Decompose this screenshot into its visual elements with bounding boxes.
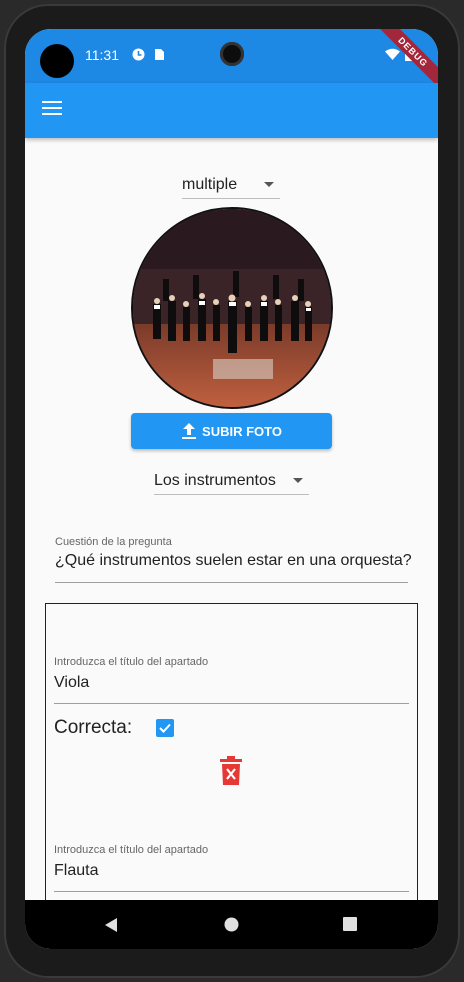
front-camera-cutout: [40, 44, 74, 78]
correct-label: Correcta:: [54, 717, 133, 738]
delete-icon[interactable]: [220, 756, 242, 786]
status-bar: 11:31 DEBUG: [25, 29, 438, 96]
chevron-down-icon: [264, 182, 274, 187]
option-title-label: Introduzca el título del apartado: [54, 656, 209, 668]
category-dropdown[interactable]: Los instrumentos: [154, 467, 309, 495]
upload-photo-label: SUBIR FOTO: [202, 423, 282, 439]
home-icon[interactable]: [224, 917, 239, 932]
orchestra-photo: [131, 207, 333, 409]
category-dropdown-value: Los instrumentos: [154, 471, 276, 489]
question-underline: [55, 582, 408, 583]
status-time: 11:31: [85, 47, 119, 63]
wifi-icon: [385, 48, 400, 60]
app-screen: 11:31 DEBUG multiple SUBIR FOTO Los inst…: [25, 29, 438, 949]
correct-checkbox[interactable]: [156, 719, 174, 737]
back-icon[interactable]: [104, 917, 118, 933]
question-label: Cuestión de la pregunta: [55, 536, 172, 548]
options-container: Introduzca el título del apartado Viola …: [45, 603, 418, 949]
option-title-label: Introduzca el título del apartado: [54, 844, 209, 856]
type-dropdown[interactable]: multiple: [182, 171, 280, 199]
type-dropdown-value: multiple: [182, 175, 238, 193]
option-underline: [54, 703, 409, 704]
app-bar: [25, 83, 438, 138]
upload-icon: [182, 423, 197, 439]
option-title-input[interactable]: Viola: [54, 674, 89, 692]
clock-icon: [132, 48, 145, 61]
sim-icon: [155, 49, 164, 60]
question-input[interactable]: ¿Qué instrumentos suelen estar en una or…: [55, 552, 412, 570]
system-nav-bar: [25, 900, 438, 949]
orchestra-image: [133, 209, 331, 407]
recents-icon[interactable]: [343, 917, 357, 931]
chevron-down-icon: [293, 478, 303, 483]
option-underline: [54, 891, 409, 892]
option-title-input[interactable]: Flauta: [54, 862, 98, 880]
menu-icon[interactable]: [42, 101, 62, 119]
upload-photo-button[interactable]: SUBIR FOTO: [131, 413, 332, 449]
check-icon: [159, 723, 171, 733]
camera-icon: [220, 42, 244, 66]
